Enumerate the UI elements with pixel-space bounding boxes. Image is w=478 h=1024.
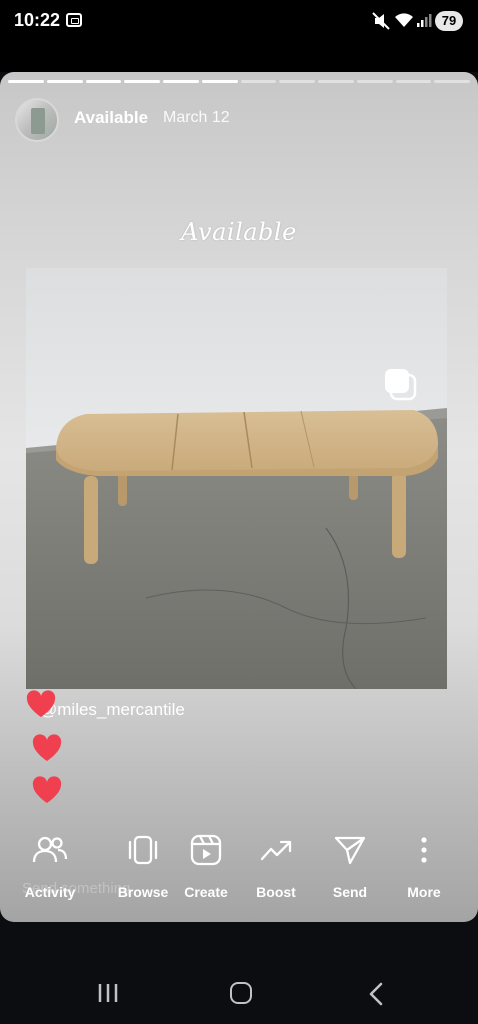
progress-segment <box>434 80 470 83</box>
progress-segment <box>318 80 354 83</box>
progress-segment <box>240 80 277 83</box>
multi-photo-icon[interactable] <box>384 368 418 402</box>
story-username[interactable]: Available <box>74 108 148 128</box>
progress-segment <box>356 80 393 83</box>
story-action-bar: Activity Browse Create Boost Send More <box>0 832 478 912</box>
activity-label: Activity <box>24 884 76 900</box>
progress-segment <box>8 80 44 83</box>
more-button[interactable]: More <box>384 832 464 900</box>
people-icon <box>32 836 68 863</box>
boost-label: Boost <box>256 884 296 900</box>
send-label: Send <box>332 884 368 900</box>
progress-segment <box>46 80 83 83</box>
dining-table-photo <box>26 268 447 689</box>
home-icon[interactable] <box>230 982 252 1004</box>
battery-icon: 79 <box>435 11 463 31</box>
create-button[interactable]: Create <box>166 832 246 900</box>
progress-segment <box>395 80 432 83</box>
progress-segment <box>85 80 122 83</box>
heart-icon <box>32 734 62 761</box>
more-label: More <box>407 884 441 900</box>
more-vertical-icon <box>421 837 427 863</box>
screen-record-icon <box>66 13 82 27</box>
heart-icon <box>32 776 62 803</box>
browse-icon <box>128 835 158 865</box>
status-bar: 10:22 79 <box>0 0 478 44</box>
reels-icon <box>190 834 222 866</box>
progress-segment <box>201 80 238 83</box>
avatar[interactable] <box>15 98 59 142</box>
boost-button[interactable]: Boost <box>236 832 316 900</box>
send-icon <box>334 836 366 865</box>
progress-segment <box>124 80 160 83</box>
signal-icon <box>417 14 432 27</box>
top-spacer <box>0 44 478 72</box>
system-navigation-bar <box>0 962 478 1024</box>
trend-icon <box>260 840 292 861</box>
story-date: March 12 <box>163 109 230 126</box>
story-overlay-title: Available <box>181 218 297 246</box>
heart-icon <box>26 690 56 717</box>
recents-icon[interactable] <box>96 982 120 1004</box>
mention-sticker[interactable]: @miles_mercantile <box>40 700 185 720</box>
story-card[interactable]: Available March 12 Available Send someth… <box>0 72 478 922</box>
status-time: 10:22 <box>14 10 61 30</box>
activity-button[interactable]: Activity <box>10 832 90 900</box>
story-progress-bar <box>8 80 470 83</box>
story-photo[interactable] <box>26 268 447 689</box>
progress-segment <box>163 80 199 83</box>
send-button[interactable]: Send <box>310 832 390 900</box>
progress-segment <box>279 80 315 83</box>
back-icon[interactable] <box>368 982 384 1006</box>
wifi-icon <box>395 13 413 27</box>
create-label: Create <box>184 884 228 900</box>
mute-icon <box>372 12 390 30</box>
